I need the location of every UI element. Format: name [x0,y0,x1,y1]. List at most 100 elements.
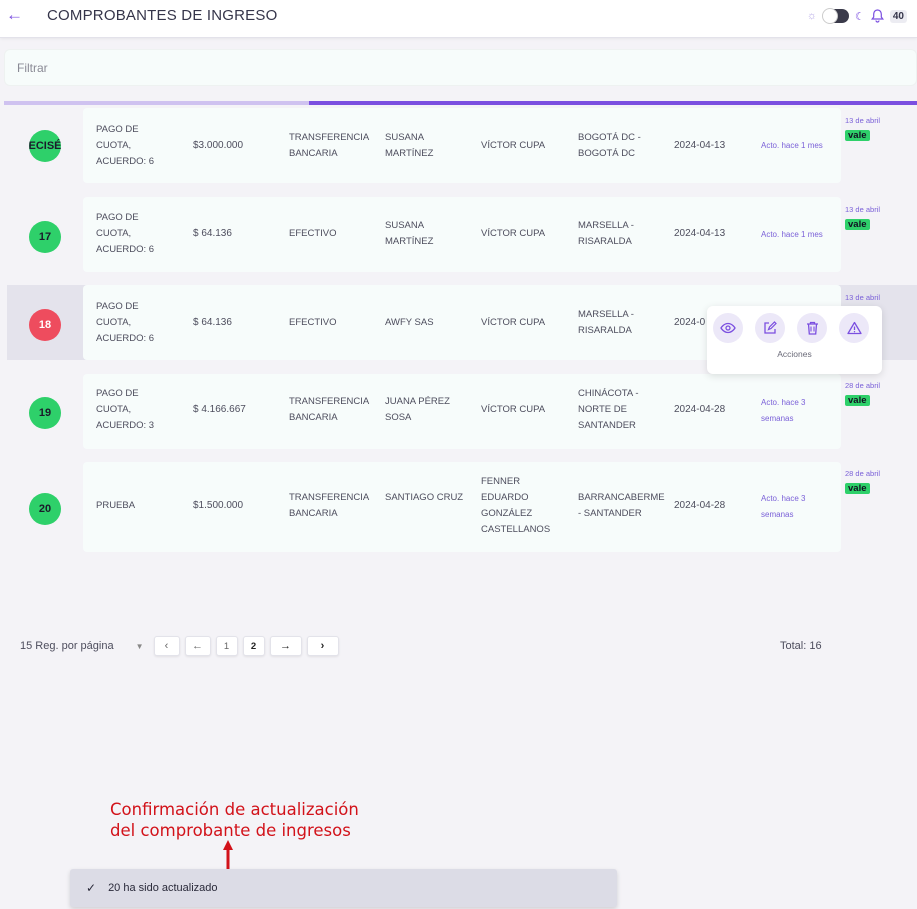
date-cell: 2024-04-13 [674,140,726,151]
city-cell: MARSELLA - RISARALDA [578,220,634,247]
concept-cell: PAGO DE CUOTA, ACUERDO: 6 [96,212,155,255]
page-title: COMPROBANTES DE INGRESO [47,7,278,24]
row-side-info: 13 de abril vale [845,205,880,232]
page-button-2[interactable]: 2 [242,636,265,656]
total-count: Total: 16 [780,640,822,652]
side-date: 13 de abril [845,116,881,125]
amount-cell: $3.000.000 [193,140,244,151]
side-date: 13 de abril [845,205,881,214]
check-icon: ✓ [86,881,97,895]
updated-cell: Acto. hace 1 mes [761,230,823,239]
status-tag: vale [845,219,870,230]
method-cell: TRANSFERENCIA BANCARIA [289,132,369,159]
header-controls: ☼ ☾ 40 [807,6,907,26]
method-cell: EFECTIVO [289,317,337,328]
chevron-right-icon: › [320,640,325,652]
theme-toggle[interactable] [822,8,849,24]
concept-cell: PAGO DE CUOTA, ACUERDO: 3 [96,388,155,431]
view-button[interactable] [713,313,743,343]
bell-icon[interactable] [870,9,884,23]
concept-cell: PAGO DE CUOTA, ACUERDO: 6 [96,124,155,167]
row-side-info: 28 de abril vale [845,381,880,408]
prev-page-button[interactable]: ← [184,636,211,656]
city-cell: BARRANCABERME - SANTANDER [578,492,665,519]
date-cell: 2024-0 [674,317,706,328]
amount-cell: $ 64.136 [193,228,232,239]
pagination: 15 Reg. por página ▼ ‹ ← 1 2 → › [20,634,344,658]
edit-button[interactable] [755,313,785,343]
collector-cell: FENNER EDUARDO GONZÁLEZ CASTELLANOS [481,476,551,535]
trash-icon [806,321,818,335]
annotation-line-1: Confirmación de actualización [110,800,359,819]
collector-cell: VÍCTOR CUPA [481,140,546,151]
row-id-badge: 19 [29,397,61,429]
method-cell: TRANSFERENCIA BANCARIA [289,396,369,423]
first-page-button[interactable]: ‹ [153,636,180,656]
date-cell: 2024-04-28 [674,404,726,415]
next-page-button[interactable]: → [269,636,302,656]
row-side-info: 13 de abril vale [845,116,880,143]
collector-cell: VÍCTOR CUPA [481,317,546,328]
city-cell: MARSELLA - RISARALDA [578,309,634,336]
annotation-line-2: del comprobante de ingresos [110,821,351,840]
concept-cell: PAGO DE CUOTA, ACUERDO: 6 [96,301,155,344]
filter-bar [4,49,917,86]
row-side-info: 13 de abril [845,293,880,302]
amount-cell: $ 64.136 [193,317,232,328]
collector-cell: VÍCTOR CUPA [481,404,546,415]
updated-cell: Acto. hace 3 semanas [761,494,806,519]
city-cell: CHINÁCOTA - NORTE DE SANTANDER [578,388,639,431]
updated-cell: Acto. hace 3 semanas [761,398,806,423]
amount-cell: $1.500.000 [193,500,244,511]
last-page-button[interactable]: › [306,636,339,656]
side-date: 28 de abril [845,469,881,478]
row-side-info: 28 de abril vale [845,469,880,496]
status-tag: vale [845,483,870,494]
per-page-dropdown-icon[interactable]: ▼ [136,642,144,651]
method-cell: EFECTIVO [289,228,337,239]
date-cell: 2024-04-28 [674,500,726,511]
side-date: 13 de abril [845,293,881,302]
annotation-text: Confirmación de actualización del compro… [110,799,359,841]
warning-icon [846,321,862,335]
row-id-badge: 17 [29,221,61,253]
back-arrow-icon[interactable]: ← [6,6,24,24]
page-button-1[interactable]: 1 [215,636,238,656]
arrow-left-icon: ← [192,640,203,652]
delete-button[interactable] [797,313,827,343]
client-cell: JUANA PÉREZ SOSA [385,396,450,423]
arrow-right-icon: → [280,640,291,652]
status-tag: vale [845,130,870,141]
chevron-left-icon: ‹ [164,640,169,652]
client-cell: SUSANA MARTÍNEZ [385,132,434,159]
sun-icon: ☼ [806,10,817,22]
app-header: ← COMPROBANTES DE INGRESO ☼ ☾ 40 [0,0,917,38]
actions-popover: Acciones [707,306,882,374]
per-page-label[interactable]: 15 Reg. por página [20,640,114,652]
collector-cell: VÍCTOR CUPA [481,228,546,239]
client-cell: SANTIAGO CRUZ [385,492,464,503]
success-toast: ✓ 20 ha sido actualizado [70,869,617,907]
amount-cell: $ 4.166.667 [193,404,246,415]
progress-fill [309,101,917,105]
client-cell: SUSANA MARTÍNEZ [385,220,434,247]
loading-progress-bar [4,101,917,105]
method-cell: TRANSFERENCIA BANCARIA [289,492,369,519]
row-id-badge: ECISÉ [29,130,61,162]
updated-cell: Acto. hace 1 mes [761,141,823,150]
row-id-badge: 18 [29,309,61,341]
row-id-badge: 20 [29,493,61,525]
notification-count-badge: 40 [889,9,907,23]
status-tag: vale [845,395,870,406]
side-date: 28 de abril [845,381,881,390]
filter-input[interactable] [5,50,916,85]
date-cell: 2024-04-13 [674,228,726,239]
concept-cell: PRUEBA [96,500,136,511]
edit-icon [764,321,777,334]
eye-icon [720,322,736,334]
city-cell: BOGOTÁ DC - BOGOTÁ DC [578,132,641,159]
actions-label: Acciones [777,349,812,359]
toast-message: 20 ha sido actualizado [108,882,218,894]
moon-icon: ☾ [855,10,865,23]
warning-button[interactable] [839,313,869,343]
